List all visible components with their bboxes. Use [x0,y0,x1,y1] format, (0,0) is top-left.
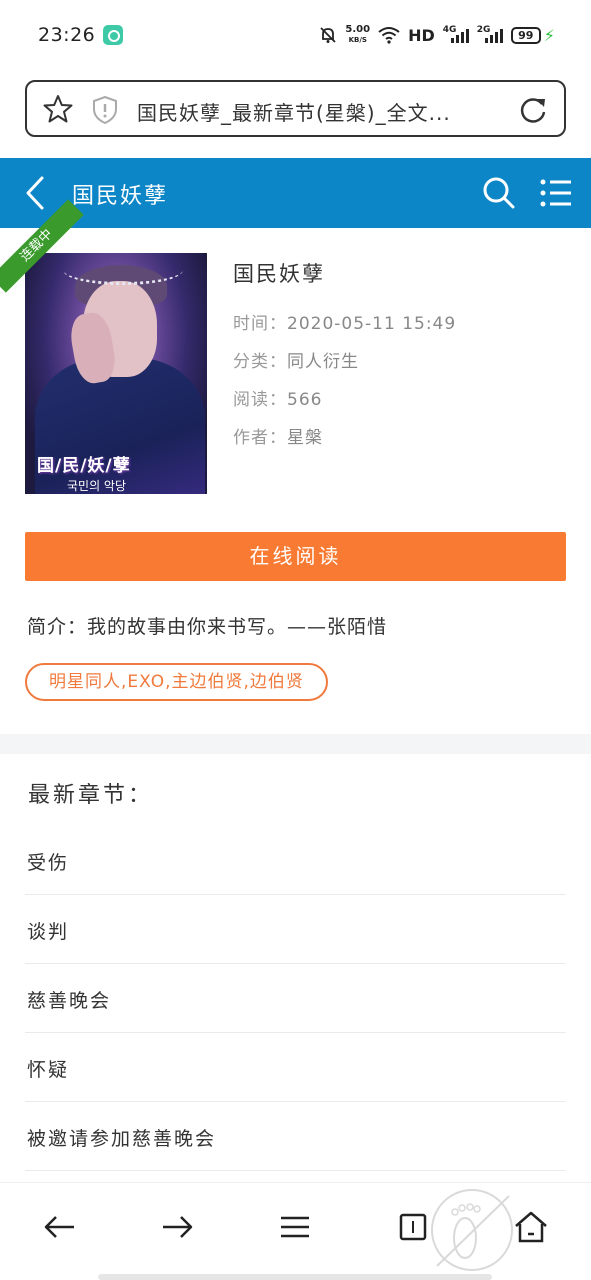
notification-app-icon [103,25,123,45]
status-icons: 5.00 KB/S HD 4G 2G 99 ⚡ [319,22,555,48]
chapter-item[interactable]: 怀疑 [25,1033,566,1102]
net-speed: 5.00 KB/S [345,24,371,45]
book-cover[interactable]: 国/民/妖/孽 국민의 악당 [25,253,207,494]
chapter-item[interactable]: 受伤 [25,826,566,895]
signal-2g-icon: 2G [477,25,503,45]
chapter-item[interactable]: 慈善晚会 [25,964,566,1033]
hd-indicator: HD [408,25,435,45]
forward-arrow-icon[interactable] [157,1207,197,1247]
book-title: 国民妖孽 [233,262,325,286]
app-header: 国民妖孽 [0,158,591,228]
latest-chapters-heading: 最新章节： [28,783,154,808]
battery-icon: 99 [510,26,541,44]
menu-list-icon[interactable] [540,178,572,208]
footprint-watermark-icon [431,1189,513,1271]
chapter-item[interactable]: 被邀请参加慈善晚会 [25,1102,566,1171]
menu-icon[interactable] [275,1207,315,1247]
reload-icon[interactable] [518,95,548,125]
url-text[interactable]: 国民妖孽_最新章节(星槃)_全文... [137,97,507,126]
header-title: 国民妖孽 [72,184,169,209]
back-arrow-icon[interactable] [40,1207,80,1247]
meta-reads: 阅读：566 [233,390,323,410]
cover-subtitle: 국민의 악당 [67,479,127,493]
search-icon[interactable] [482,176,516,210]
status-bar: 23:26 5.00 KB/S HD 4G 2G 99 ⚡ [0,0,591,70]
charging-bolt-icon: ⚡ [543,25,555,45]
cover-crown [63,255,183,285]
meta-time: 时间：2020-05-11 15:49 [233,314,457,334]
signal-4g-icon: 4G [443,25,469,45]
section-divider [0,734,591,754]
chapter-list: 受伤 谈判 慈善晚会 怀疑 被邀请参加慈善晚会 [25,826,566,1171]
book-summary: 简介：我的故事由你来书写。——张陌惜 [27,616,388,638]
read-online-button[interactable]: 在线阅读 [25,532,566,581]
meta-author: 作者：星槃 [233,428,323,448]
tags-pill[interactable]: 明星同人,EXO,主边伯贤,边伯贤 [25,663,328,701]
mute-bell-icon [320,27,337,43]
wifi-icon [378,27,400,44]
back-chevron-icon[interactable] [22,175,48,211]
address-bar[interactable]: 国民妖孽_最新章节(星槃)_全文... [25,80,566,137]
status-time: 23:26 [38,24,96,46]
cover-title: 国/民/妖/孽 [37,456,131,476]
home-indicator[interactable] [98,1274,492,1280]
chapter-item[interactable]: 谈判 [25,895,566,964]
shield-icon[interactable] [92,96,118,124]
star-icon[interactable] [43,94,73,124]
meta-category: 分类：同人衍生 [233,352,359,372]
